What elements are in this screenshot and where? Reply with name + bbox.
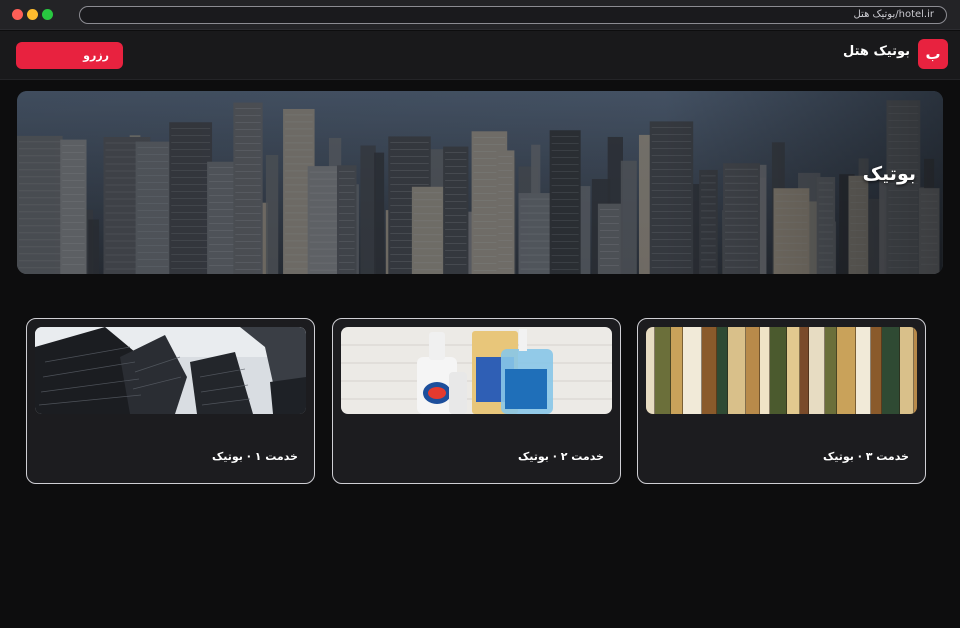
service-card-3[interactable]: خدمت ۳ · بوتیک bbox=[637, 318, 926, 484]
service-card-title: خدمت ۳ · بوتیک bbox=[822, 450, 909, 463]
service-card-2[interactable]: خدمت ۲ · بوتیک bbox=[332, 318, 621, 484]
cleaning-products-photo bbox=[341, 327, 612, 414]
reserve-button[interactable]: رزرو bbox=[16, 42, 123, 69]
minimize-window-icon[interactable] bbox=[27, 9, 38, 20]
browser-chrome: hotel.ir/بوتیک هتل bbox=[0, 0, 960, 30]
address-bar[interactable]: hotel.ir/بوتیک هتل bbox=[79, 6, 947, 24]
maximize-window-icon[interactable] bbox=[42, 9, 53, 20]
brand-name[interactable]: بوتیک هتل bbox=[843, 44, 910, 59]
service-card-title: خدمت ۱ · بوتیک bbox=[211, 450, 298, 463]
city-skyline-photo bbox=[17, 91, 943, 274]
site-header: ب بوتیک هتل رزرو bbox=[0, 31, 960, 80]
close-window-icon[interactable] bbox=[12, 9, 23, 20]
brand-logo[interactable]: ب bbox=[918, 39, 948, 69]
clothing-rack-photo bbox=[646, 327, 917, 414]
service-card-title: خدمت ۲ · بوتیک bbox=[517, 450, 604, 463]
hero-title: بوتیک bbox=[862, 163, 916, 185]
hero-banner: بوتیک bbox=[17, 91, 943, 274]
skyscrapers-photo bbox=[35, 327, 306, 414]
service-card-1[interactable]: خدمت ۱ · بوتیک bbox=[26, 318, 315, 484]
